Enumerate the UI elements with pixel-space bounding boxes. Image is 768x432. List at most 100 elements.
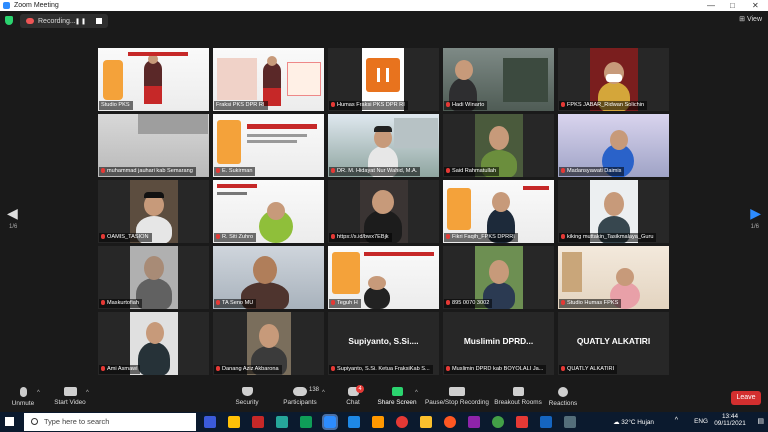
muted-mic-icon (446, 168, 450, 173)
video-tile[interactable]: Madansyawati Daimis (558, 114, 669, 177)
security-label: Security (235, 399, 259, 406)
video-tile[interactable]: Teguh H (328, 246, 439, 309)
video-tile[interactable]: muhammad jauhari kab Semarang (98, 114, 209, 177)
video-tile[interactable]: R. Siti Zuhro (213, 180, 324, 243)
video-tile[interactable]: Fikri Faqih_FPKS DPRRI (443, 180, 554, 243)
maximize-icon[interactable]: □ (730, 0, 735, 11)
participant-name: DR. M. Hidayat Nur Wahid, M.A. (329, 167, 421, 176)
video-tile[interactable]: Studio Humas FPKS (558, 246, 669, 309)
muted-mic-icon (561, 366, 565, 371)
audio-options-chevron-icon[interactable]: ^ (37, 390, 40, 396)
participants-icon (293, 387, 307, 396)
participant-name: https://s.id/bwx7EBjk (329, 233, 392, 242)
muted-mic-icon (561, 234, 565, 239)
participant-name: Teguh H (329, 299, 361, 308)
share-screen-button[interactable]: Share Screen (377, 387, 417, 406)
muted-mic-icon (446, 366, 450, 371)
video-tile[interactable]: Said Rahmatullah (443, 114, 554, 177)
unmute-button[interactable]: Unmute (6, 387, 40, 407)
breakout-rooms-label: Breakout Rooms (494, 399, 542, 406)
video-tile[interactable]: https://s.id/bwx7EBjk (328, 180, 439, 243)
video-off-icon (63, 387, 77, 396)
word-icon[interactable] (540, 416, 552, 428)
clock[interactable]: 13:44 09/11/2021 (710, 413, 750, 427)
video-tile[interactable]: DR. M. Hidayat Nur Wahid, M.A. (328, 114, 439, 177)
app-icon[interactable] (516, 416, 528, 428)
reactions-icon (558, 387, 568, 397)
video-tile[interactable]: TA Seno MU (213, 246, 324, 309)
muted-mic-icon (561, 168, 565, 173)
tray-overflow-chevron-icon[interactable]: ^ (675, 417, 678, 424)
video-tile[interactable]: E. Sukirman (213, 114, 324, 177)
video-tile[interactable]: Fraksi PKS DPR RI (213, 48, 324, 111)
chat-label: Chat (346, 399, 360, 406)
chrome-icon[interactable] (396, 416, 408, 428)
video-tile[interactable]: QUATLY ALKATIRI QUATLY ALKATIRI (558, 312, 669, 375)
firefox-icon[interactable] (444, 416, 456, 428)
muted-mic-icon (446, 234, 450, 239)
muted-mic-icon (446, 300, 450, 305)
video-tile[interactable]: Hadi Winarto (443, 48, 554, 111)
participant-count: 138 (309, 387, 320, 393)
encryption-shield-icon[interactable] (5, 16, 13, 25)
meeting-toolbar: Unmute ^ Start Video ^ Security Particip… (0, 384, 768, 412)
video-tile[interactable]: Ami Asmawi (98, 312, 209, 375)
leave-button[interactable]: Leave (731, 391, 761, 405)
video-tile[interactable]: Muslimin DPRD... Muslimin DPRD kab BOYOL… (443, 312, 554, 375)
video-tile[interactable]: 895 0070 3002 (443, 246, 554, 309)
app-icon[interactable] (564, 416, 576, 428)
pause-stop-recording-button[interactable]: Pause/Stop Recording (425, 387, 489, 406)
reactions-button[interactable]: Reactions (548, 387, 578, 407)
next-page-icon[interactable]: ▶ (750, 205, 761, 222)
app-icon[interactable] (372, 416, 384, 428)
video-tile[interactable]: Supiyanto, S.Si.... Supiyanto, S.Si. Ket… (328, 312, 439, 375)
previous-page-icon[interactable]: ◀ (7, 205, 18, 222)
app-icon[interactable] (468, 416, 480, 428)
app-icon[interactable] (420, 416, 432, 428)
video-tile[interactable]: FPKS JABAR_Ridwan Solichin (558, 48, 669, 111)
video-tile[interactable]: Maskurtofiah (98, 246, 209, 309)
weather-widget[interactable]: ☁ 32°C Hujan (613, 418, 654, 426)
participant-name: Ami Asmawi (99, 365, 141, 374)
video-tile[interactable]: Danang Aziz Akbarona (213, 312, 324, 375)
minimize-icon[interactable]: — (707, 0, 715, 11)
spotify-icon[interactable] (492, 416, 504, 428)
video-tile[interactable]: kiking muttakin_Tasikmalaya_Guru (558, 180, 669, 243)
view-label: View (746, 16, 762, 23)
muted-mic-icon (101, 234, 105, 239)
video-tile[interactable]: Studio PKS (98, 48, 209, 111)
page-indicator-left: 1/6 (9, 224, 18, 230)
zoom-taskbar-icon[interactable] (322, 414, 338, 430)
muted-mic-icon (561, 300, 565, 305)
video-tile[interactable]: Humas Fraksi PKS DPR RI (328, 48, 439, 111)
share-options-chevron-icon[interactable]: ^ (415, 390, 418, 396)
muted-mic-icon (446, 102, 450, 107)
participant-display-name: QUATLY ALKATIRI (576, 336, 651, 346)
participant-name: Studio Humas FPKS (559, 299, 622, 308)
search-placeholder: Type here to search (44, 417, 110, 426)
security-button[interactable]: Security (232, 387, 262, 406)
stop-recording-icon[interactable] (96, 18, 102, 24)
view-button[interactable]: ⊞ View (739, 15, 762, 23)
app-icon[interactable] (276, 416, 288, 428)
app-icon[interactable] (348, 416, 360, 428)
breakout-rooms-button[interactable]: Breakout Rooms (493, 387, 543, 406)
participants-chevron-icon[interactable]: ^ (322, 390, 325, 396)
windows-start-icon[interactable] (5, 417, 14, 426)
task-view-icon[interactable] (204, 416, 216, 428)
file-explorer-icon[interactable] (228, 416, 240, 428)
edge-icon[interactable] (300, 416, 312, 428)
language-indicator[interactable]: ENG (694, 418, 708, 425)
video-options-chevron-icon[interactable]: ^ (86, 390, 89, 396)
start-video-button[interactable]: Start Video (50, 387, 90, 406)
top-strip: Recording... ❚❚ ⊞ View (0, 11, 768, 30)
muted-mic-icon (101, 366, 105, 371)
app-icon[interactable] (252, 416, 264, 428)
muted-mic-icon (19, 387, 27, 397)
notification-icon[interactable]: ▤ (757, 417, 764, 425)
close-icon[interactable]: ✕ (752, 0, 759, 11)
participant-name: kiking muttakin_Tasikmalaya_Guru (559, 233, 657, 242)
video-tile[interactable]: OAMIS_TASION (98, 180, 209, 243)
pause-recording-icon[interactable]: ❚❚ (75, 18, 87, 25)
taskbar-search-box[interactable]: Type here to search (24, 413, 196, 431)
